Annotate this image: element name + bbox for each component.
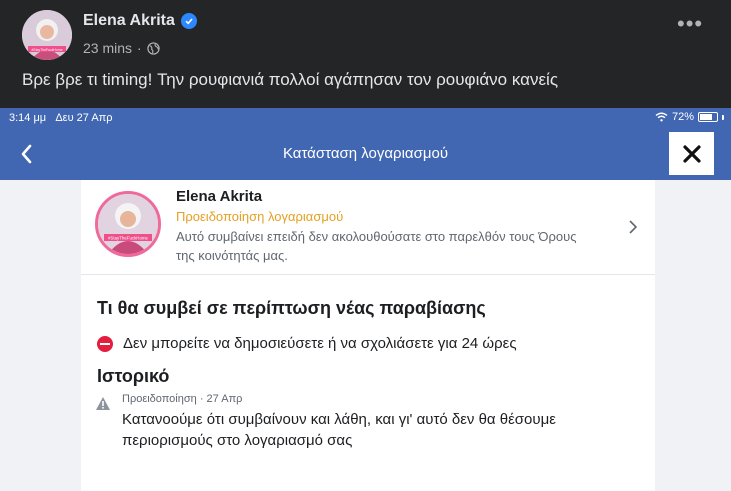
battery-icon [698,112,719,122]
post-text: Βρε βρε τι timing! Την ρουφιανιά πολλοί … [22,70,559,89]
close-button[interactable] [669,132,714,175]
post-meta: 23 mins · [83,40,160,56]
globe-icon [147,41,160,55]
post-image[interactable]: 3:14 μμ Δευ 27 Απρ 72% Κατάσταση λογαρια… [0,108,731,491]
restriction-text: Δεν μπορείτε να δημοσιεύσετε ή να σχολιά… [123,335,517,352]
more-options-icon[interactable]: ••• [677,13,703,35]
no-entry-icon [97,335,113,352]
account-avatar-caption: #StayTheFuckHome [108,236,149,241]
account-warning-label: Προειδοποίηση λογαριασμού [176,209,344,224]
account-warning-description: Αυτό συμβαίνει επειδή δεν ακολουθούσατε … [176,229,577,263]
verified-badge-icon [180,13,197,29]
account-avatar: #StayTheFuckHome [95,191,161,257]
avatar-caption: #StayTheFuckHome [32,48,63,52]
author-name-row: Elena Akrita [83,12,197,30]
meta-separator: · [137,40,142,56]
history-meta: Προειδοποίηση · 27 Απρ [122,393,243,405]
history-text: Κατανοούμε ότι συμβαίνουν και λάθη, και … [122,411,556,449]
author-name[interactable]: Elena Akrita [83,12,175,30]
author-avatar[interactable]: #StayTheFuckHome [22,10,72,60]
chevron-right-icon [629,220,638,234]
warning-triangle-icon [96,397,110,410]
restriction-item: Δεν μπορείτε να δημοσιεύσετε ή να σχολιά… [97,335,517,352]
battery-cap [722,114,725,120]
status-time: 3:14 μμ Δευ 27 Απρ [9,112,113,124]
violation-section-title: Τι θα συμβεί σε περίπτωση νέας παραβίαση… [97,298,486,318]
post-time[interactable]: 23 mins [83,40,132,56]
status-date: Δευ 27 Απρ [55,112,113,124]
status-right: 72% [655,111,725,123]
status-bar: 3:14 μμ Δευ 27 Απρ 72% [0,108,731,128]
close-icon [682,144,701,163]
history-section-title: Ιστορικό [97,366,170,386]
battery-percent: 72% [672,111,695,123]
account-warning-row[interactable]: #StayTheFuckHome Elena Akrita Προειδοποί… [81,180,655,275]
post-header: #StayTheFuckHome Elena Akrita 23 mins · … [0,0,731,104]
account-name: Elena Akrita [176,188,263,205]
wifi-icon [655,112,668,122]
nav-bar: Κατάσταση λογαριασμού [0,128,731,180]
nav-title: Κατάσταση λογαριασμού [282,145,449,162]
